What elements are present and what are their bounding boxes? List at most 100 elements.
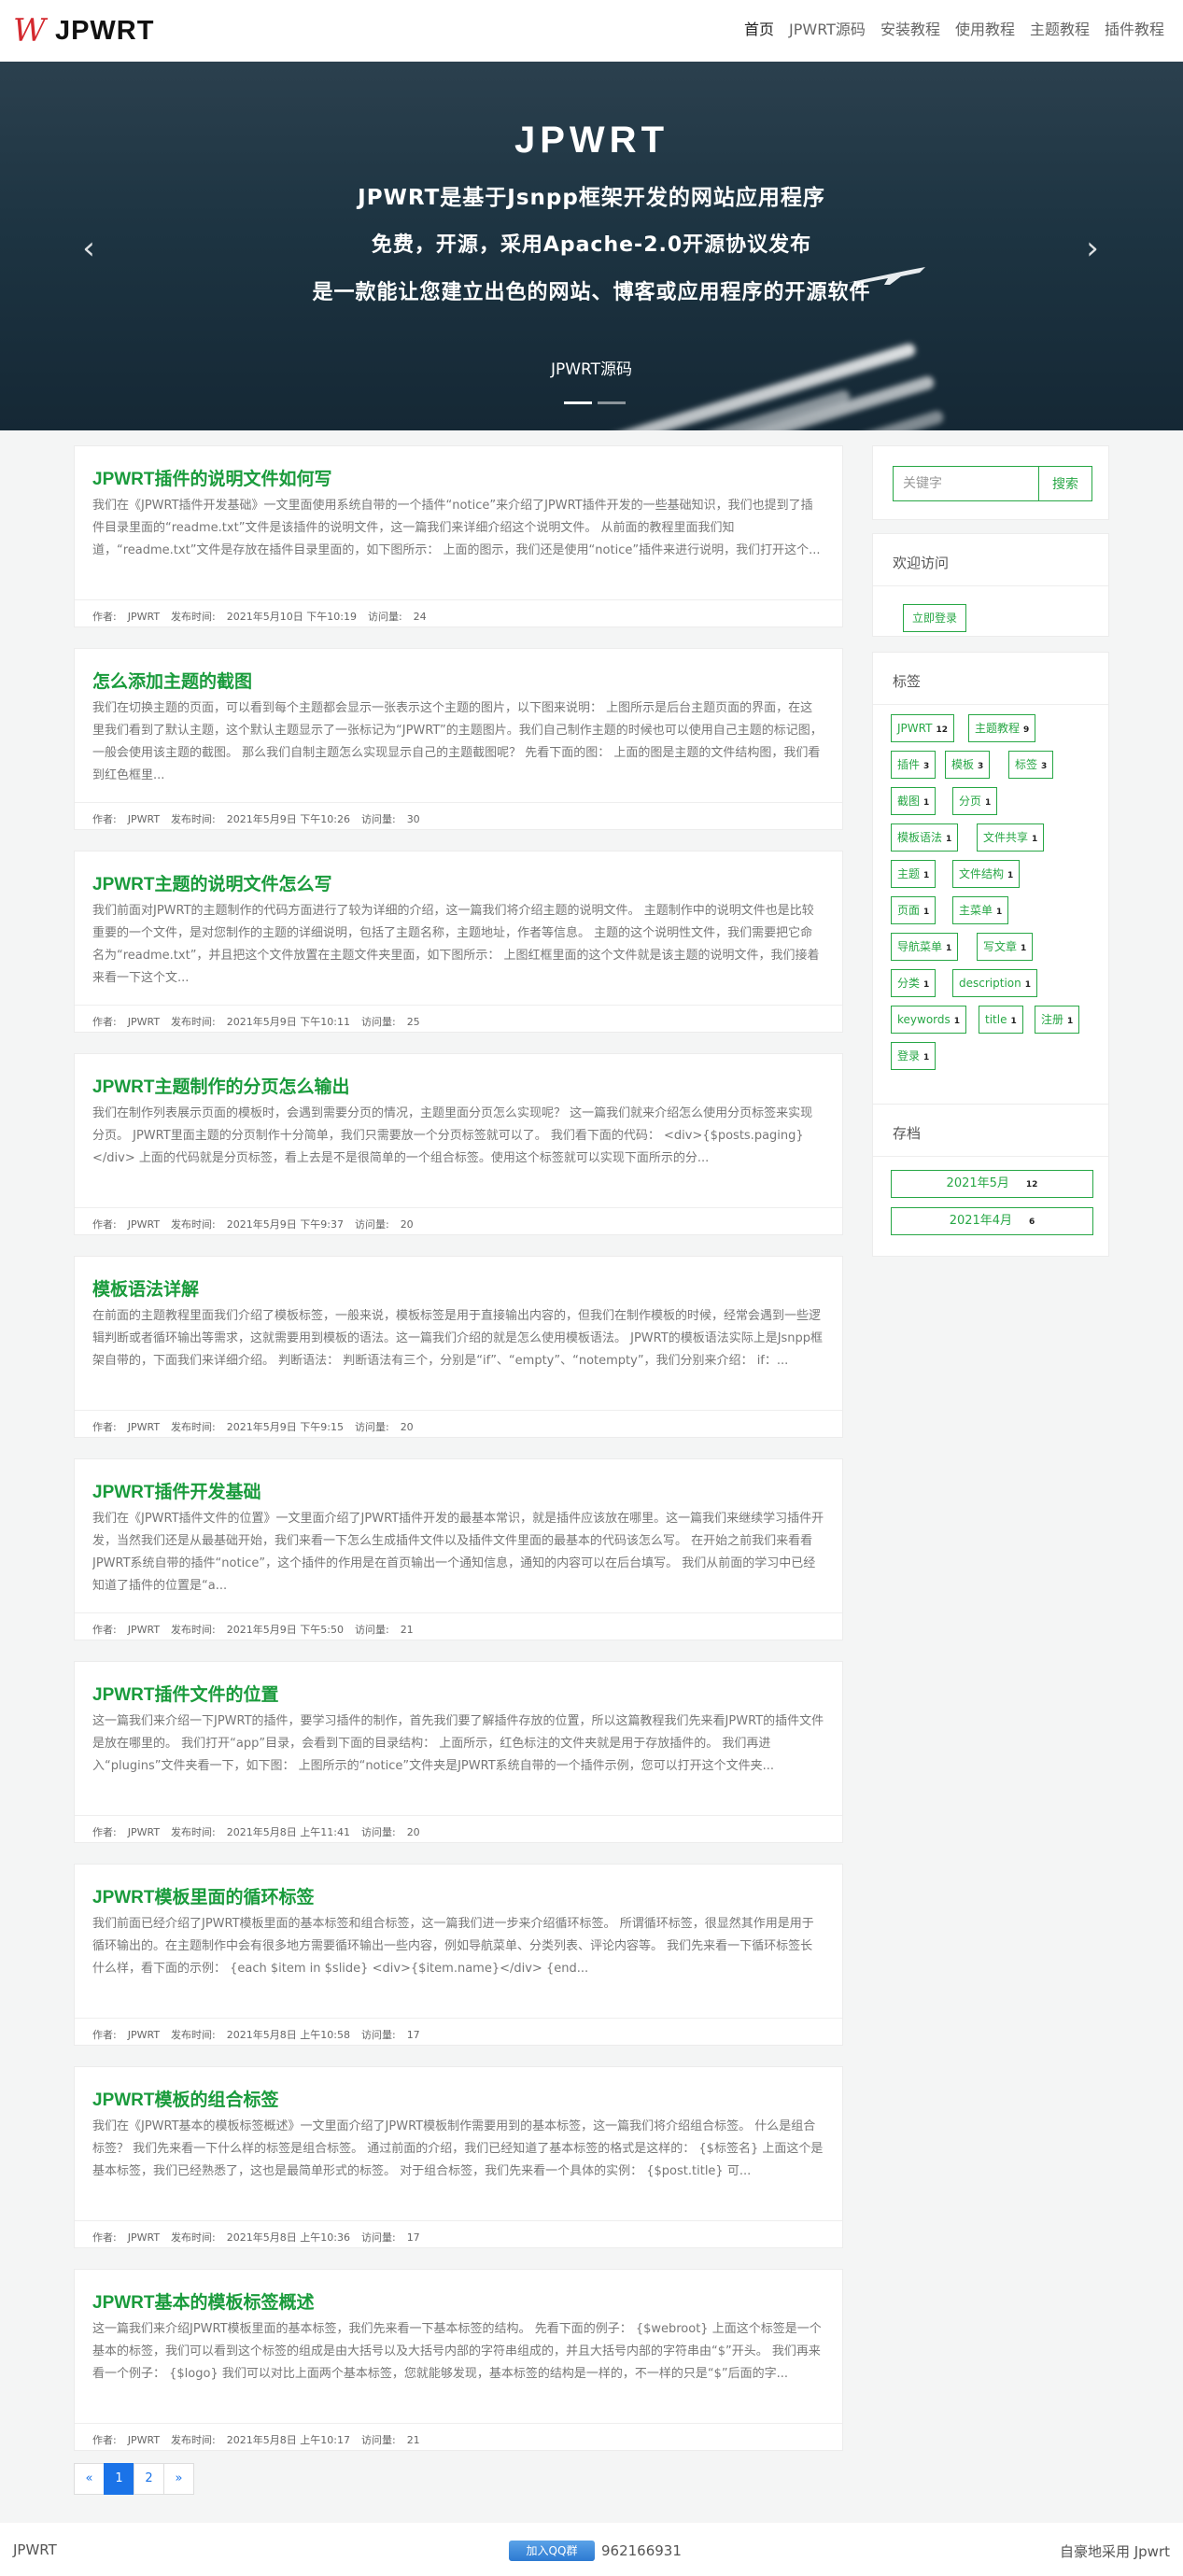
tag-name: 文件结构 (959, 867, 1005, 880)
article-views: 20 (400, 1421, 414, 1433)
article-meta: 作者: JPWRT 发布时间: 2021年5月9日 下午9:37 访问量: 20 (75, 1207, 842, 1235)
views-label: 访问量: (360, 2434, 396, 2446)
search-input[interactable] (893, 466, 1038, 501)
article-title[interactable]: JPWRT插件开发基础 (92, 1478, 261, 1503)
article-title[interactable]: 怎么添加主题的截图 (92, 668, 252, 693)
carousel-next-icon[interactable]: › (1074, 230, 1111, 267)
tag-write-post[interactable]: 写文章 1 (977, 933, 1034, 961)
tag-count: 1 (923, 798, 930, 808)
nav-themes[interactable]: 主题教程 (1030, 19, 1090, 41)
tag-template-syntax[interactable]: 模板语法 1 (891, 823, 959, 852)
article-card: JPWRT插件的说明文件如何写 我们在《JPWRT插件开发基础》一文里面使用系统… (74, 445, 843, 627)
article-views: 21 (406, 2434, 420, 2446)
tag-count: 1 (1007, 871, 1014, 880)
article-author: JPWRT (127, 1624, 161, 1636)
article-author: JPWRT (127, 1218, 161, 1231)
published-label: 发布时间: (171, 2029, 216, 2041)
main-nav: 首页 JPWRT源码 安装教程 使用教程 主题教程 插件教程 (729, 19, 1164, 41)
pagination-page-2[interactable]: 2 (134, 2463, 164, 2495)
nav-home[interactable]: 首页 (744, 19, 774, 41)
tag-theme-tutorial[interactable]: 主题教程 9 (968, 714, 1036, 742)
tag-name: 插件 (897, 758, 921, 771)
article-card: JPWRT插件开发基础 我们在《JPWRT插件文件的位置》一文里面介绍了JPWR… (74, 1458, 843, 1640)
published-label: 发布时间: (171, 813, 216, 825)
tag-name: 主菜单 (959, 904, 993, 917)
tag-name: 注册 (1041, 1013, 1064, 1026)
footer-site-name[interactable]: JPWRT (13, 2541, 57, 2558)
tag-name: 模板 (951, 758, 975, 771)
tag-screenshot[interactable]: 截图 1 (891, 787, 937, 815)
article-title[interactable]: JPWRT模板里面的循环标签 (92, 1883, 315, 1908)
article-title[interactable]: 模板语法详解 (92, 1275, 199, 1301)
pagination-page-1[interactable]: 1 (104, 2463, 134, 2495)
tag-title[interactable]: title 1 (979, 1006, 1023, 1034)
views-label: 访问量: (367, 611, 402, 623)
article-title[interactable]: JPWRT插件的说明文件如何写 (92, 465, 332, 490)
nav-plugins[interactable]: 插件教程 (1105, 19, 1164, 41)
site-logo[interactable]: W JPWRT (13, 13, 154, 49)
nav-install[interactable]: 安装教程 (880, 19, 940, 41)
tag-main-menu[interactable]: 主菜单 1 (952, 896, 1009, 924)
nav-source[interactable]: JPWRT源码 (789, 19, 866, 41)
article-meta: 作者: JPWRT 发布时间: 2021年5月9日 下午5:50 访问量: 21 (75, 1612, 842, 1640)
carousel-indicator[interactable] (598, 401, 626, 404)
nav-usage[interactable]: 使用教程 (955, 19, 1015, 41)
article-excerpt: 我们在《JPWRT插件开发基础》一文里面使用系统自带的一个插件“notice”来… (92, 499, 821, 557)
footer-powered-by[interactable]: 自豪地采用 Jpwrt (1060, 2541, 1170, 2561)
tag-plugin[interactable]: 插件 3 (891, 751, 937, 779)
tag-register[interactable]: 注册 1 (1035, 1006, 1080, 1034)
published-label: 发布时间: (171, 1016, 216, 1028)
views-label: 访问量: (354, 1218, 389, 1231)
article-views: 17 (406, 2029, 420, 2041)
tag-category[interactable]: 分类 1 (891, 969, 937, 997)
archive-panel: 存档 2021年5月 12 2021年4月 6 (872, 1104, 1109, 1257)
article-views: 21 (400, 1624, 414, 1636)
tag-pagination[interactable]: 分页 1 (952, 787, 998, 815)
search-panel: 搜索 (872, 445, 1109, 520)
carousel-indicator[interactable] (564, 401, 592, 404)
tag-keywords[interactable]: keywords 1 (891, 1006, 967, 1034)
article-title[interactable]: JPWRT基本的模板标签概述 (92, 2288, 315, 2314)
tag-jpwrt[interactable]: JPWRT 12 (891, 714, 954, 742)
archive-item[interactable]: 2021年4月 6 (891, 1207, 1093, 1235)
views-label: 访问量: (354, 1421, 389, 1433)
carousel-prev-icon[interactable]: ‹ (70, 230, 107, 267)
article-excerpt: 我们前面对JPWRT的主题制作的代码方面进行了较为详细的介绍，这一篇我们将介绍主… (92, 904, 820, 985)
article-title[interactable]: JPWRT模板的组合标签 (92, 2086, 279, 2111)
hero-carousel: JPWRT JPWRT是基于Jsnpp框架开发的网站应用程序 免费，开源，采用A… (0, 62, 1183, 430)
login-button[interactable]: 立即登录 (903, 604, 967, 632)
tag-tags[interactable]: 标签 3 (1008, 751, 1054, 779)
tag-nav-menu[interactable]: 导航菜单 1 (891, 933, 959, 961)
article-author: JPWRT (127, 1421, 161, 1433)
tag-file-structure[interactable]: 文件结构 1 (952, 860, 1021, 888)
tag-file-sharing[interactable]: 文件共享 1 (977, 823, 1045, 852)
article-title[interactable]: JPWRT插件文件的位置 (92, 1681, 279, 1706)
article-title[interactable]: JPWRT主题制作的分页怎么输出 (92, 1073, 350, 1098)
author-label: 作者: (92, 1624, 117, 1636)
tag-name: description (959, 977, 1021, 990)
pagination-prev[interactable]: « (74, 2463, 105, 2495)
tag-count: 9 (1023, 725, 1030, 735)
tag-name: JPWRT (897, 722, 933, 735)
carousel-indicators (561, 401, 628, 404)
tag-count: 3 (923, 762, 930, 771)
article-card: JPWRT主题制作的分页怎么输出 我们在制作列表展示页面的模板时，会遇到需要分页… (74, 1053, 843, 1235)
article-author: JPWRT (127, 2029, 161, 2041)
pagination-next[interactable]: » (163, 2463, 194, 2495)
tag-page[interactable]: 页面 1 (891, 896, 937, 924)
join-qq-button[interactable]: 加入QQ群 (509, 2541, 595, 2561)
article-title[interactable]: JPWRT主题的说明文件怎么写 (92, 870, 332, 895)
article-excerpt: 我们前面已经介绍了JPWRT模板里面的基本标签和组合标签，这一篇我们进一步来介绍… (92, 1917, 814, 1976)
views-label: 访问量: (360, 2029, 396, 2041)
tag-login[interactable]: 登录 1 (891, 1042, 937, 1070)
tag-template[interactable]: 模板 3 (945, 751, 991, 779)
article-meta: 作者: JPWRT 发布时间: 2021年5月10日 下午10:19 访问量: 24 (75, 599, 842, 627)
tag-theme[interactable]: 主题 1 (891, 860, 937, 888)
article-card: JPWRT模板里面的循环标签 我们前面已经介绍了JPWRT模板里面的基本标签和组… (74, 1864, 843, 2046)
published-label: 发布时间: (171, 1826, 216, 1838)
search-button[interactable]: 搜索 (1038, 466, 1092, 501)
article-date: 2021年5月8日 上午10:58 (226, 2029, 350, 2041)
tag-name: 标签 (1015, 758, 1038, 771)
archive-item[interactable]: 2021年5月 12 (891, 1170, 1093, 1198)
tag-description[interactable]: description 1 (952, 969, 1037, 997)
